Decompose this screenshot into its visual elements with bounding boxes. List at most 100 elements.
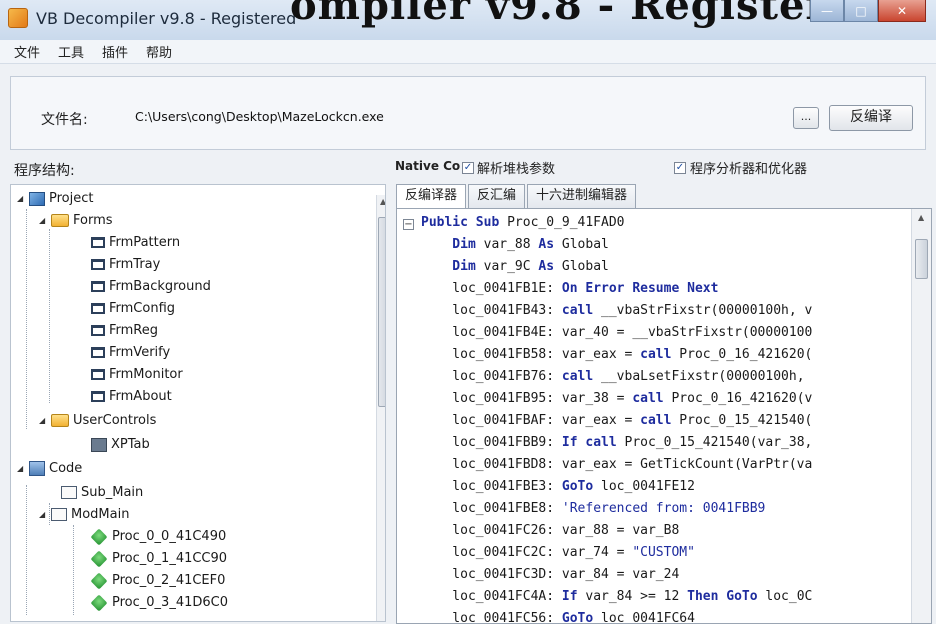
structure-label: 程序结构:	[14, 163, 75, 179]
tree-node-forms[interactable]: ◢ Forms	[39, 213, 113, 228]
code-line: Dim var_9C As Global	[421, 259, 609, 281]
expand-arrow-icon[interactable]: ◢	[17, 464, 25, 473]
menu-file[interactable]: 文件	[14, 42, 40, 61]
code-line: loc_0041FC4A: If var_84 >= 12 Then GoTo …	[421, 589, 812, 611]
tree-node-label: FrmTray	[109, 257, 161, 272]
tree-node-proc[interactable]: Proc_0_2_41CEF0	[90, 572, 225, 589]
tree-node-form[interactable]: FrmTray	[91, 257, 160, 272]
code-token: loc_0041FB1E:	[421, 281, 562, 296]
code-token: var_84 >= 12	[585, 589, 688, 604]
code-line: loc_0041FBE8: 'Referenced from: 0041FBB9	[421, 501, 765, 523]
tab-decompiler[interactable]: 反编译器	[396, 184, 467, 209]
code-token: loc_0041FC4A:	[421, 589, 562, 604]
tree-node-project[interactable]: ◢ Project	[17, 191, 93, 206]
code-token: If	[561, 589, 586, 604]
tree-node-label: XPTab	[111, 437, 150, 452]
browse-button[interactable]: ...	[793, 107, 819, 129]
checkbox-check-icon[interactable]: ✓	[674, 161, 686, 174]
tree-node-proc[interactable]: Proc_0_1_41CC90	[90, 550, 227, 567]
code-token: As	[538, 237, 562, 252]
tree-node-usercontrols[interactable]: ◢ UserControls	[39, 413, 156, 428]
code-token: Then GoTo	[687, 589, 766, 604]
program-structure-tree[interactable]: ◢ Project ◢ Forms FrmPattern FrmTray Frm…	[10, 184, 386, 622]
tree-node-form[interactable]: FrmPattern	[91, 235, 180, 250]
code-token: loc_0041FB76:	[421, 369, 562, 384]
code-token: loc_0041FC64	[601, 611, 695, 624]
parse-stack-label: 解析堆栈参数	[477, 162, 556, 177]
form-icon	[91, 391, 105, 402]
tree-node-label: Proc_0_0_41C490	[112, 529, 227, 544]
tree-scroll-thumb[interactable]	[378, 217, 385, 407]
tree-node-form[interactable]: FrmBackground	[91, 279, 211, 294]
tree-node-label: ModMain	[71, 507, 130, 522]
tab-disassembler[interactable]: 反汇编	[468, 184, 526, 208]
code-token: loc_0041FB43:	[421, 303, 562, 318]
code-scrollbar[interactable]: ▲	[911, 209, 931, 623]
expand-arrow-icon[interactable]: ◢	[39, 416, 47, 425]
code-view[interactable]: − Public Sub Proc_0_9_41FAD0 Dim var_88 …	[396, 208, 932, 624]
module-icon	[61, 486, 77, 499]
tree-scrollbar[interactable]: ▲	[376, 195, 385, 621]
checkbox-check-icon[interactable]: ✓	[462, 161, 474, 174]
code-token: loc_0041FC2C: var_74 =	[421, 545, 633, 560]
code-token: "CUSTOM"	[632, 545, 695, 560]
code-token: loc_0041FB95: var_38 =	[421, 391, 633, 406]
tree-node-form[interactable]: FrmMonitor	[91, 367, 183, 382]
tree-node-label: Project	[49, 191, 94, 206]
code-token: var_9C	[483, 259, 539, 274]
code-token: Proc_0_15_421540(	[679, 413, 813, 428]
project-icon	[29, 191, 45, 206]
tree-node-sub-main[interactable]: Sub_Main	[61, 485, 143, 500]
code-token: loc_0041FE12	[601, 479, 695, 494]
code-token: Proc_0_9_41FAD0	[507, 215, 625, 230]
tree-node-proc[interactable]: Proc_0_0_41C490	[90, 528, 227, 545]
tree-node-form[interactable]: FrmAbout	[91, 389, 172, 404]
code-token: GoTo	[561, 479, 602, 494]
module-icon	[51, 508, 67, 521]
code-icon	[29, 461, 45, 476]
analyzer-label: 程序分析器和优化器	[690, 162, 808, 177]
expand-arrow-icon[interactable]: ◢	[39, 216, 47, 225]
code-token: __vbaLsetFixstr(00000100h,	[601, 369, 805, 384]
tree-node-label: FrmReg	[109, 323, 159, 338]
code-scroll-thumb[interactable]	[915, 239, 928, 279]
tree-node-label: Forms	[73, 213, 113, 228]
parse-stack-checkbox[interactable]: ✓ 解析堆栈参数	[462, 158, 555, 177]
scroll-up-arrow-icon[interactable]: ▲	[918, 213, 924, 222]
tree-node-label: FrmConfig	[109, 301, 176, 316]
code-token: Global	[561, 237, 609, 252]
maximize-icon[interactable]: □	[844, 0, 878, 22]
scroll-up-arrow-icon[interactable]: ▲	[380, 197, 385, 206]
collapse-icon[interactable]: −	[403, 219, 414, 230]
code-token: Proc_0_16_421620(	[679, 347, 813, 362]
tree-node-proc[interactable]: Proc_0_3_41D6C0	[90, 594, 228, 611]
code-token: loc_0041FB58: var_eax =	[421, 347, 641, 362]
expand-arrow-icon[interactable]: ◢	[17, 194, 25, 203]
tree-node-form[interactable]: FrmVerify	[91, 345, 170, 360]
tree-node-usercontrol[interactable]: XPTab	[91, 437, 150, 452]
file-path-field[interactable]: C:\Users\cong\Desktop\MazeLockcn.exe	[135, 109, 384, 124]
tree-node-modmain[interactable]: ◢ ModMain	[39, 507, 129, 522]
tab-hex-editor[interactable]: 十六进制编辑器	[527, 184, 637, 208]
tree-node-label: Proc_0_3_41D6C0	[112, 595, 228, 610]
analyzer-checkbox[interactable]: ✓ 程序分析器和优化器	[674, 158, 807, 177]
form-icon	[91, 237, 105, 248]
tree-node-code[interactable]: ◢ Code	[17, 461, 82, 476]
title-bar[interactable]: VB Decompiler v9.8 - Registered ompiler …	[0, 0, 936, 40]
menu-tools[interactable]: 工具	[58, 42, 84, 61]
tree-node-form[interactable]: FrmConfig	[91, 301, 175, 316]
code-token: Global	[561, 259, 609, 274]
expand-arrow-icon[interactable]: ◢	[39, 510, 47, 519]
decompile-button[interactable]: 反编译	[829, 105, 913, 131]
folder-icon	[51, 214, 69, 227]
code-line: loc_0041FBB9: If call Proc_0_15_421540(v…	[421, 435, 812, 457]
code-token: loc_0041FBE8:	[421, 501, 562, 516]
form-icon	[91, 281, 105, 292]
close-icon[interactable]: ✕	[878, 0, 926, 22]
code-token: Dim	[421, 237, 484, 252]
procedure-icon	[90, 572, 108, 589]
menu-plugins[interactable]: 插件	[102, 42, 128, 61]
tree-node-form[interactable]: FrmReg	[91, 323, 158, 338]
minimize-icon[interactable]: —	[810, 0, 844, 22]
menu-help[interactable]: 帮助	[146, 42, 172, 61]
